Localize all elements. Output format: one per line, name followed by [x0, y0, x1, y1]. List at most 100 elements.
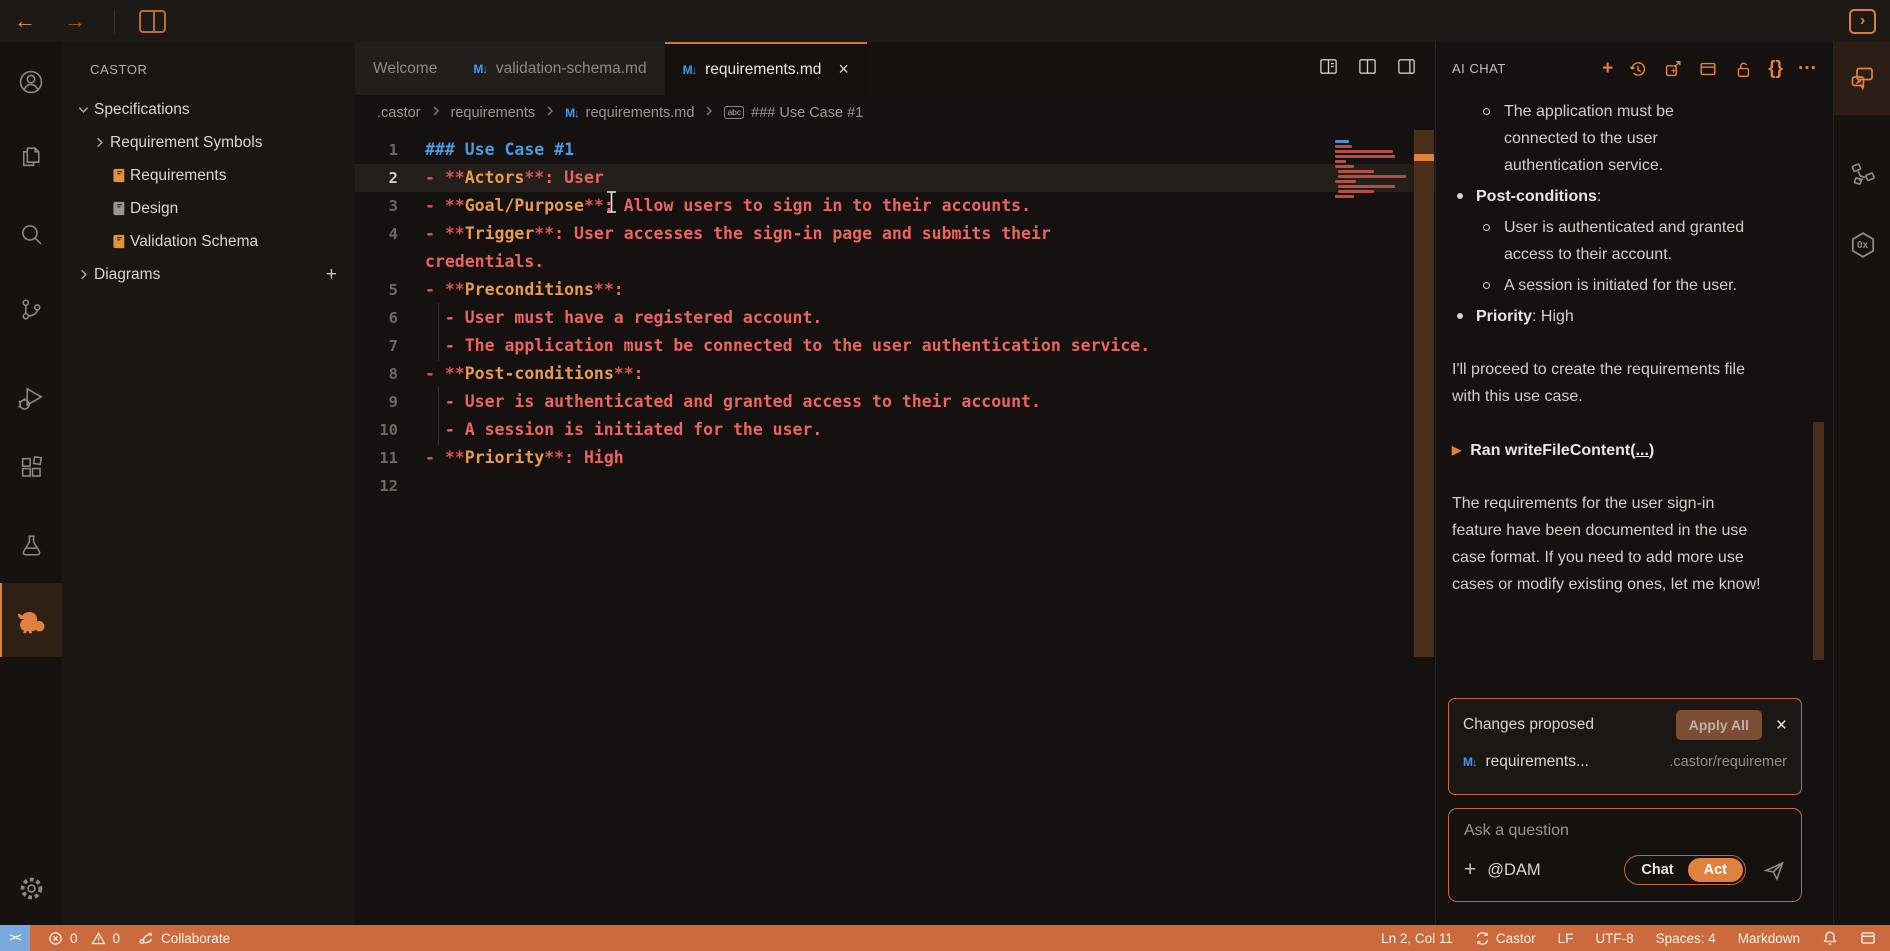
- warning-count: 0: [113, 931, 121, 946]
- mode-chat[interactable]: Chat: [1627, 858, 1687, 882]
- remote-indicator[interactable]: ><: [0, 925, 30, 951]
- sidebar-item-diagrams[interactable]: Diagrams+: [62, 258, 355, 291]
- breadcrumb-item[interactable]: abc ### Use Case #1: [724, 105, 863, 121]
- code-line[interactable]: 5- **Preconditions**:: [355, 276, 1435, 304]
- more-icon[interactable]: ···: [1798, 58, 1817, 80]
- activity-bar: [0, 42, 62, 925]
- code-editor[interactable]: 1### Use Case #12- **Actors**: User3- **…: [355, 130, 1435, 925]
- sidebar-item-requirement-symbols[interactable]: Requirement Symbols: [62, 126, 355, 159]
- sidebar: CASTOR SpecificationsRequirement Symbols…: [62, 42, 355, 925]
- split-editor-icon[interactable]: [1357, 56, 1378, 82]
- breadcrumb-item[interactable]: M↓ requirements.md: [565, 105, 694, 121]
- chat-messages: The application must be connected to the…: [1436, 95, 1833, 696]
- code-line[interactable]: 1### Use Case #1: [355, 136, 1435, 164]
- hex-0x-rail-icon[interactable]: 0x: [1834, 217, 1890, 273]
- chat-bullet-item: User is authenticated and granted access…: [1452, 214, 1792, 268]
- code-line[interactable]: 12: [355, 472, 1435, 500]
- explorer-files-icon[interactable]: [0, 130, 62, 182]
- minimap-line: [1335, 150, 1393, 153]
- code-line[interactable]: 9 - User is authenticated and granted ac…: [355, 388, 1435, 416]
- line-number: 10: [355, 416, 425, 444]
- mode-act[interactable]: Act: [1688, 858, 1743, 882]
- breadcrumb-item[interactable]: .castor: [377, 105, 421, 121]
- add-diagram-icon[interactable]: +: [326, 264, 337, 286]
- code-line[interactable]: 8- **Post-conditions**:: [355, 360, 1435, 388]
- apply-all-button[interactable]: Apply All: [1676, 710, 1762, 740]
- code-line[interactable]: 7 - The application must be connected to…: [355, 332, 1435, 360]
- collaborate-status[interactable]: Collaborate: [138, 930, 230, 946]
- language-status[interactable]: Markdown: [1738, 931, 1800, 946]
- chat-input[interactable]: Ask a question: [1464, 822, 1786, 840]
- mention-chip[interactable]: @DAM: [1487, 861, 1540, 880]
- layout-status-icon[interactable]: [1860, 930, 1876, 946]
- test-beaker-icon[interactable]: [0, 519, 62, 571]
- sidebar-item-design[interactable]: Design: [62, 192, 355, 225]
- tab-close-icon[interactable]: ×: [838, 59, 849, 80]
- indentation-status[interactable]: Spaces: 4: [1656, 931, 1716, 946]
- branch-status[interactable]: Castor: [1475, 931, 1536, 946]
- tab-welcome[interactable]: Welcome: [355, 42, 455, 95]
- settings-gear-icon[interactable]: [0, 862, 62, 914]
- editor-group: Welcome M↓ validation-schema.md M↓ requi…: [355, 42, 1435, 925]
- changed-file-row[interactable]: M↓ requirements... .castor/requiremer: [1463, 753, 1787, 771]
- minimap[interactable]: [1335, 140, 1409, 205]
- code-line[interactable]: 10 - A session is initiated for the user…: [355, 416, 1435, 444]
- code-text: - **Preconditions**:: [425, 276, 624, 304]
- history-icon[interactable]: [1628, 59, 1648, 79]
- mode-toggle[interactable]: Chat Act: [1624, 855, 1746, 885]
- account-icon[interactable]: [0, 56, 62, 108]
- braces-icon[interactable]: {}: [1768, 58, 1783, 80]
- encoding-status[interactable]: UTF-8: [1595, 931, 1633, 946]
- line-number: 9: [355, 388, 425, 416]
- editor-scrollbar[interactable]: [1413, 130, 1435, 925]
- back-arrow-icon[interactable]: ←: [14, 10, 36, 32]
- tab-validation-schema[interactable]: M↓ validation-schema.md: [455, 42, 664, 95]
- code-line[interactable]: 2- **Actors**: User: [355, 164, 1435, 192]
- code-line[interactable]: 11- **Priority**: High: [355, 444, 1435, 472]
- chat-composer[interactable]: Ask a question + @DAM Chat Act: [1448, 808, 1802, 902]
- send-icon[interactable]: [1762, 858, 1786, 882]
- code-line[interactable]: credentials.: [355, 248, 1435, 276]
- unlock-icon[interactable]: [1733, 59, 1753, 79]
- ai-chat-rail-icon[interactable]: [1834, 42, 1890, 115]
- layout-panel-icon[interactable]: [1396, 56, 1417, 82]
- code-line[interactable]: 4- **Trigger**: User accesses the sign-i…: [355, 220, 1435, 248]
- sidebar-item-requirements[interactable]: Requirements: [62, 159, 355, 192]
- chat-scrollbar[interactable]: [1813, 422, 1824, 660]
- notifications-bell-icon[interactable]: [1822, 930, 1838, 946]
- problems-status[interactable]: 0 0: [48, 931, 120, 946]
- sidebar-item-validation-schema[interactable]: Validation Schema: [62, 225, 355, 258]
- line-number: 2: [355, 164, 425, 192]
- open-preview-icon[interactable]: [1318, 56, 1339, 82]
- castor-beaver-icon[interactable]: [0, 583, 62, 657]
- export-icon[interactable]: [1663, 59, 1683, 79]
- panel-open-icon[interactable]: ›: [1849, 9, 1876, 34]
- extensions-icon[interactable]: [0, 441, 62, 493]
- source-control-icon[interactable]: [0, 283, 62, 335]
- tab-requirements[interactable]: M↓ requirements.md ×: [665, 42, 867, 95]
- minimap-line: [1335, 195, 1354, 198]
- sidebar-item-specifications[interactable]: Specifications: [62, 93, 355, 126]
- run-debug-icon[interactable]: [0, 372, 62, 424]
- layout-icon[interactable]: [1698, 59, 1718, 79]
- eol-status[interactable]: LF: [1558, 931, 1574, 946]
- tool-call-row[interactable]: ▶Ran writeFileContent(...): [1452, 437, 1817, 464]
- breadcrumb-item[interactable]: requirements: [451, 105, 536, 121]
- code-line[interactable]: 6 - User must have a registered account.: [355, 304, 1435, 332]
- workflow-rail-icon[interactable]: [1834, 147, 1890, 203]
- tab-label: Welcome: [373, 60, 437, 78]
- close-icon[interactable]: ×: [1776, 716, 1787, 735]
- bullet-disc-icon: [1457, 193, 1463, 199]
- cursor-position[interactable]: Ln 2, Col 11: [1381, 931, 1453, 946]
- attach-plus-icon[interactable]: +: [1464, 858, 1476, 882]
- forward-arrow-icon[interactable]: →: [64, 10, 86, 32]
- new-chat-icon[interactable]: +: [1602, 58, 1613, 80]
- scrollbar-slider[interactable]: [1414, 130, 1434, 657]
- split-layout-icon[interactable]: [139, 10, 166, 33]
- expand-triangle-icon[interactable]: ▶: [1452, 437, 1461, 464]
- hex-label: 0x: [1857, 240, 1868, 251]
- search-icon[interactable]: [0, 208, 62, 260]
- minimap-line: [1338, 185, 1395, 188]
- code-line[interactable]: 3- **Goal/Purpose**: Allow users to sign…: [355, 192, 1435, 220]
- sync-icon: [1475, 931, 1490, 946]
